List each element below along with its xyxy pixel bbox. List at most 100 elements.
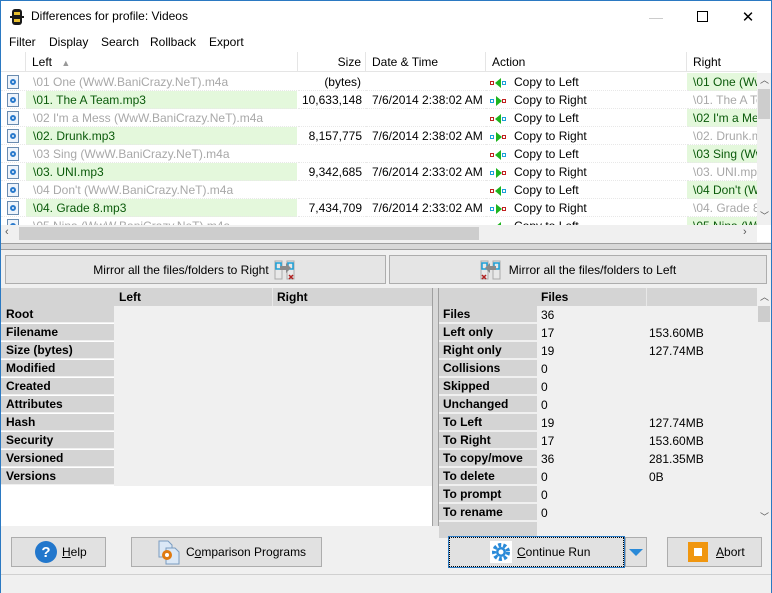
stats-scroll-thumb[interactable] — [758, 306, 770, 322]
header-date[interactable]: Date & Time — [366, 52, 486, 72]
grid-row[interactable]: \04. Grade 8.mp3 7,434,709 7/6/2014 2:33:0… — [1, 199, 757, 217]
row-action[interactable]: Copy to Left — [486, 109, 686, 127]
abort-icon — [688, 542, 708, 562]
menu-export[interactable]: Export — [209, 35, 244, 49]
stats-scroll-up-icon[interactable]: ︿ — [760, 290, 769, 303]
grid-vertical-scrollbar[interactable]: ︿ ﹀ — [757, 73, 771, 225]
row-right-name: \02 I'm a Mess (WwW.BaniCrazy.NeT).m4a — [687, 109, 757, 127]
row-action[interactable]: Copy to Right — [486, 91, 686, 109]
stats-row: Right only 19 127.74MB — [439, 342, 757, 360]
maximize-button[interactable] — [679, 1, 725, 32]
grid-horizontal-scrollbar[interactable]: ‹ › — [1, 225, 757, 242]
property-value — [114, 414, 432, 432]
stats-label: Skipped — [439, 378, 537, 395]
header-size[interactable]: Size (bytes) — [298, 52, 366, 89]
dropdown-arrow-icon — [629, 548, 643, 556]
help-button[interactable]: ? Help — [11, 537, 106, 567]
row-size: 7,434,709 — [298, 199, 366, 217]
file-icon — [7, 93, 19, 107]
grid-horizontal-scroll-thumb[interactable] — [19, 227, 479, 240]
row-action-label: Copy to Right — [514, 165, 587, 179]
vertical-splitter[interactable] — [432, 288, 439, 526]
grid-row[interactable]: \02. Drunk.mp3 8,157,775 7/6/2014 2:38:02 … — [1, 127, 757, 145]
menu-display[interactable]: Display — [49, 35, 88, 49]
grid-row[interactable]: \01. The A Team.mp3 10,633,148 7/6/2014 2:… — [1, 91, 757, 109]
stats-row: Skipped 0 — [439, 378, 757, 396]
menu-rollback[interactable]: Rollback — [150, 35, 196, 49]
abort-button[interactable]: Abort — [667, 537, 762, 567]
stats-count: 0 — [541, 398, 548, 412]
file-icon — [7, 183, 19, 197]
row-action[interactable]: Copy to Left — [486, 145, 686, 163]
property-value — [114, 378, 432, 396]
scroll-right-icon[interactable]: › — [743, 226, 747, 238]
header-icon-column[interactable] — [1, 52, 26, 72]
property-label: Modified — [1, 360, 114, 377]
scroll-left-icon[interactable]: ‹ — [5, 226, 9, 238]
row-left-name: \01 One (WwW.BaniCrazy.NeT).m4a — [26, 73, 297, 91]
continue-run-button[interactable]: Continue Run — [448, 536, 625, 568]
minimize-button[interactable]: — — [633, 1, 679, 32]
row-right-name: \04. Grade 8.mp3 — [687, 199, 757, 217]
grid-row[interactable]: \01 One (WwW.BaniCrazy.NeT).m4a Copy to L… — [1, 73, 757, 91]
property-row: Security — [1, 432, 432, 450]
mirror-to-right-button[interactable]: Mirror all the files/folders to Right — [5, 255, 386, 284]
row-action[interactable]: Copy to Left — [486, 181, 686, 199]
menu-search[interactable]: Search — [101, 35, 139, 49]
continue-run-dropdown[interactable] — [625, 537, 647, 567]
row-right-name: \02. Drunk.mp3 — [687, 127, 757, 145]
grid-row[interactable]: \03 Sing (WwW.BaniCrazy.NeT).m4a Copy to … — [1, 145, 757, 163]
file-icon — [7, 201, 19, 215]
row-left-name: \03 Sing (WwW.BaniCrazy.NeT).m4a — [26, 145, 297, 163]
property-label: Created — [1, 378, 114, 395]
row-size — [298, 181, 366, 199]
stats-row: To prompt 0 — [439, 486, 757, 504]
header-right[interactable]: Right — [687, 52, 757, 72]
mirror-to-left-button[interactable]: Mirror all the files/folders to Left — [389, 255, 767, 284]
stats-row: Files 36 — [439, 306, 757, 324]
row-action-label: Copy to Left — [514, 111, 579, 125]
row-date — [366, 145, 486, 163]
scroll-up-icon[interactable]: ︿ — [760, 73, 769, 86]
stats-label: To delete — [439, 468, 537, 485]
close-button[interactable]: ✕ — [725, 1, 771, 32]
stats-row: To copy/move 36 281.35MB — [439, 450, 757, 468]
grid-row[interactable]: \02 I'm a Mess (WwW.BaniCrazy.NeT).m4a Co… — [1, 109, 757, 127]
stats-vertical-scrollbar[interactable]: ︿ ﹀ — [757, 288, 771, 526]
comparison-programs-icon — [158, 540, 180, 565]
header-left[interactable]: Left ▲ — [26, 52, 298, 72]
row-action-label: Copy to Right — [514, 129, 587, 143]
menu-filter[interactable]: Filter — [9, 35, 36, 49]
property-row: Created — [1, 378, 432, 396]
horizontal-splitter[interactable] — [1, 243, 771, 250]
property-row: Size (bytes) — [1, 342, 432, 360]
file-icon — [7, 129, 19, 143]
copy-to-right-icon — [490, 203, 508, 214]
row-action[interactable]: Copy to Right — [486, 163, 686, 181]
row-action[interactable]: Copy to Left — [486, 73, 686, 91]
stats-header-files: Files — [541, 290, 569, 304]
comparison-programs-button[interactable]: Comparison Programs — [131, 537, 322, 567]
property-row: Versioned — [1, 450, 432, 468]
row-date — [366, 73, 486, 91]
app-logo-icon — [10, 9, 24, 25]
stats-label: To copy/move — [439, 450, 537, 467]
property-label: Versioned — [1, 450, 114, 467]
grid-vertical-scroll-thumb[interactable] — [758, 89, 770, 119]
copy-to-left-icon — [490, 185, 508, 196]
row-action[interactable]: Copy to Right — [486, 199, 686, 217]
grid-row[interactable]: \04 Don't (WwW.BaniCrazy.NeT).m4a Copy to… — [1, 181, 757, 199]
file-icon — [7, 111, 19, 125]
row-left-name: \01. The A Team.mp3 — [26, 91, 297, 109]
scroll-down-icon[interactable]: ﹀ — [760, 209, 769, 222]
header-action[interactable]: Action — [486, 52, 687, 72]
stats-count: 17 — [541, 326, 555, 340]
stats-label: Left only — [439, 324, 537, 341]
row-action[interactable]: Copy to Right — [486, 127, 686, 145]
stats-label: Right only — [439, 342, 537, 359]
header-left-label: Left — [32, 55, 53, 69]
property-value — [114, 342, 432, 360]
continue-run-label: Continue Run — [517, 545, 591, 559]
grid-row[interactable]: \03. UNI.mp3 9,342,685 7/6/2014 2:33:02 AM… — [1, 163, 757, 181]
stats-scroll-down-icon[interactable]: ﹀ — [760, 510, 769, 523]
